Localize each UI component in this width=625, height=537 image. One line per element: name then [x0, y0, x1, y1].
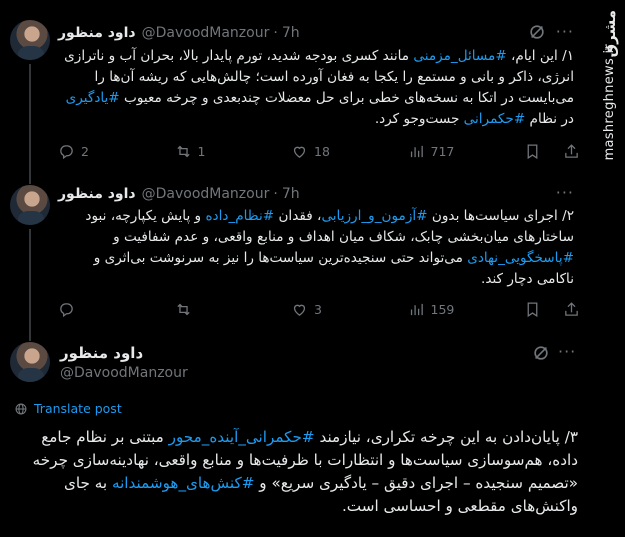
views-button[interactable]: 717 [408, 143, 478, 160]
author-handle[interactable]: @DavoodManzour [60, 365, 188, 381]
views-icon [410, 145, 423, 157]
hashtag-link[interactable]: #مسائل_مزمنی [413, 48, 506, 64]
watermark-url: mashreghnews.ir [602, 44, 617, 161]
avatar[interactable] [10, 185, 50, 225]
reply-button[interactable] [58, 301, 128, 318]
author-name[interactable]: داود منظور [58, 25, 136, 41]
thread-line [29, 64, 31, 175]
text-segment: ، فقدان [274, 208, 322, 224]
views-count: 717 [430, 143, 455, 159]
retweet-button[interactable] [175, 301, 245, 318]
reply-icon [60, 302, 73, 317]
bookmark-icon[interactable] [524, 143, 541, 160]
thread-line [29, 175, 31, 184]
views-count: 159 [430, 301, 455, 317]
thread-line [29, 229, 31, 333]
timestamp[interactable]: 7h [282, 25, 300, 41]
author-handle[interactable]: @DavoodManzour [142, 25, 270, 41]
share-icon[interactable] [563, 301, 580, 318]
translate-label: Translate post [34, 401, 122, 416]
hashtag-link[interactable]: #نظام_داده [205, 208, 274, 224]
hashtag-link[interactable]: #حکمرانی [464, 111, 526, 127]
share-icon[interactable] [563, 143, 580, 160]
thread: داود منظور @DavoodManzour · 7h ··· ۱/ ای… [0, 0, 590, 537]
globe-icon [15, 403, 27, 414]
text-segment: ۲/ اجرای سیاست‌ها بدون [427, 208, 574, 224]
author-handle[interactable]: @DavoodManzour [142, 186, 270, 202]
retweet-icon [176, 303, 190, 315]
grok-icon[interactable] [528, 23, 546, 41]
more-options-icon[interactable]: ··· [556, 183, 574, 202]
separator-dot: · [273, 25, 278, 41]
hashtag-link[interactable]: #آزمون_و_ارزیابی [321, 208, 427, 224]
avatar[interactable] [10, 20, 50, 60]
text-segment: جست‌وجو کرد. [374, 111, 464, 127]
thread-line [29, 333, 31, 341]
tweet-header: داود منظور @DavoodManzour · 7h ··· [58, 183, 580, 205]
author-name[interactable]: داود منظور [60, 344, 143, 362]
timestamp[interactable]: 7h [282, 186, 300, 202]
heart-icon [293, 304, 306, 316]
tweet-2[interactable]: داود منظور @DavoodManzour · 7h ··· ۲/ اج… [0, 175, 590, 333]
like-count: 18 [314, 143, 330, 159]
grok-icon[interactable] [532, 344, 550, 362]
hashtag-link[interactable]: #یادگیری [66, 90, 120, 106]
watermark: مشرق mashreghnews.ir [590, 0, 625, 537]
action-bar: 3 159 [58, 299, 580, 319]
tweet-header: داود منظور @DavoodManzour · 7h ··· [58, 22, 580, 44]
main-tweet-text: ۳/ پایان‌دادن به این چرخه تکراری، نیازمن… [14, 426, 578, 518]
translate-button[interactable]: Translate post [14, 401, 122, 416]
text-segment: ۱/ این ایام، [506, 48, 574, 64]
retweet-icon [176, 145, 190, 157]
retweet-button[interactable]: 1 [175, 143, 245, 160]
like-count: 3 [314, 301, 322, 317]
tweet-1[interactable]: داود منظور @DavoodManzour · 7h ··· ۱/ ای… [0, 0, 590, 175]
heart-icon [293, 146, 306, 158]
retweet-count: 1 [197, 143, 206, 159]
action-bar: 2 1 18 717 [58, 141, 580, 161]
bookmark-icon[interactable] [524, 301, 541, 318]
author-name[interactable]: داود منظور [58, 186, 136, 202]
like-button[interactable]: 3 [291, 301, 361, 318]
tweet-text: ۲/ اجرای سیاست‌ها بدون #آزمون_و_ارزیابی،… [58, 206, 574, 290]
hashtag-link[interactable]: #حکمرانی_آینده_محور [169, 428, 315, 446]
reply-button[interactable]: 2 [58, 143, 128, 160]
reply-icon [60, 144, 73, 159]
views-button[interactable]: 159 [408, 301, 478, 318]
more-options-icon[interactable]: ··· [556, 22, 574, 41]
avatar[interactable] [10, 342, 50, 382]
more-options-icon[interactable]: ··· [558, 342, 576, 361]
views-icon [410, 303, 423, 315]
hashtag-link[interactable]: #کنش‌های_هوشمندانه [112, 474, 255, 492]
text-segment: ۳/ پایان‌دادن به این چرخه تکراری، نیازمن… [314, 428, 578, 446]
separator-dot: · [273, 186, 278, 202]
text-segment: در نظام [525, 111, 574, 127]
reply-count: 2 [81, 143, 89, 159]
like-button[interactable]: 18 [291, 143, 361, 160]
hashtag-link[interactable]: #پاسخگویی_نهادی [467, 250, 574, 266]
tweet-text: ۱/ این ایام، #مسائل_مزمنی مانند کسری بود… [58, 46, 574, 130]
